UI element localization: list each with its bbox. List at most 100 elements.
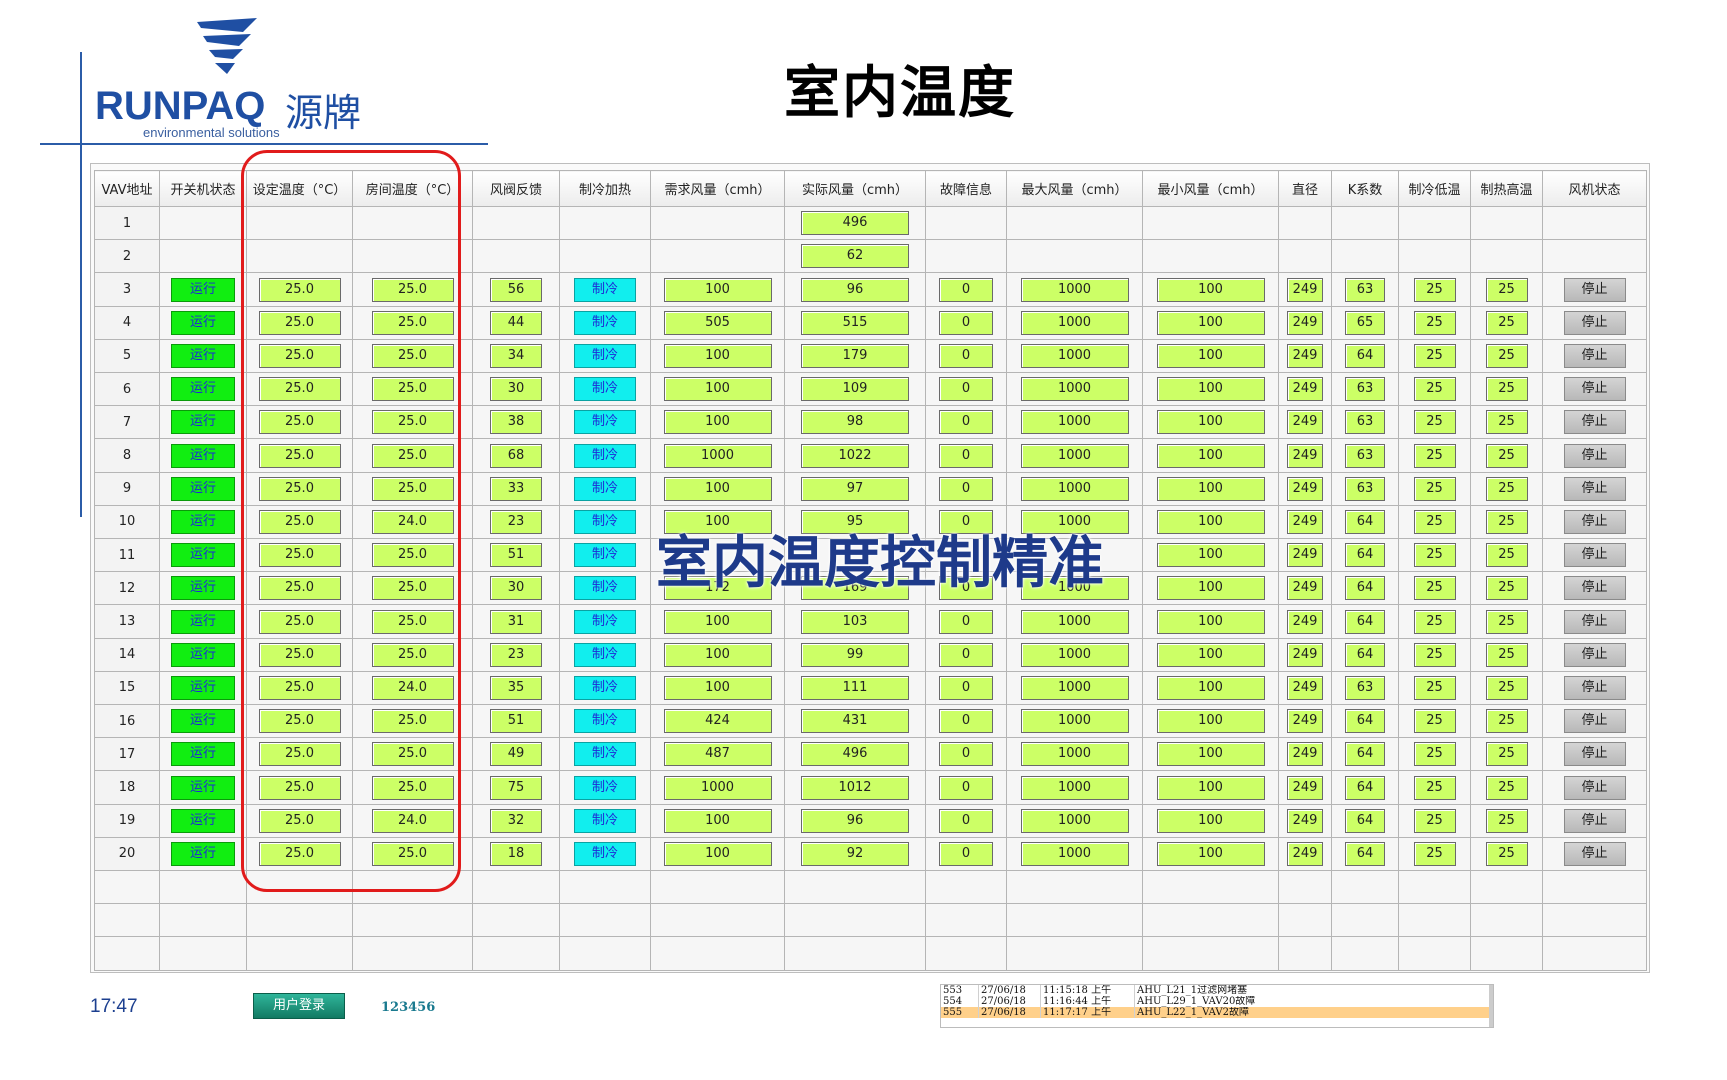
run-state-button[interactable]: 运行 bbox=[171, 742, 235, 767]
min-airflow-field[interactable]: 100 bbox=[1156, 775, 1265, 800]
fan-state-button[interactable]: 停止 bbox=[1563, 310, 1626, 335]
setpoint-field[interactable]: 25.0 bbox=[258, 410, 341, 435]
min-airflow-field[interactable]: 100 bbox=[1156, 277, 1265, 302]
k-factor-field[interactable]: 64 bbox=[1345, 841, 1385, 866]
min-airflow-field[interactable]: 100 bbox=[1156, 476, 1265, 501]
min-airflow-field[interactable]: 100 bbox=[1156, 509, 1265, 534]
fan-state-button[interactable]: 停止 bbox=[1563, 509, 1626, 534]
cooling-low-field[interactable]: 25 bbox=[1413, 476, 1456, 501]
max-airflow-field[interactable]: 1000 bbox=[1020, 609, 1129, 634]
max-airflow-field[interactable]: 1000 bbox=[1020, 775, 1129, 800]
min-airflow-field[interactable]: 100 bbox=[1156, 543, 1265, 568]
max-airflow-field[interactable]: 1000 bbox=[1020, 410, 1129, 435]
cool-heat-button[interactable]: 制冷 bbox=[574, 609, 636, 634]
cooling-low-field[interactable]: 25 bbox=[1413, 675, 1456, 700]
cooling-low-field[interactable]: 25 bbox=[1413, 509, 1456, 534]
min-airflow-field[interactable]: 100 bbox=[1156, 443, 1265, 468]
fan-state-button[interactable]: 停止 bbox=[1563, 576, 1626, 601]
heating-high-field[interactable]: 25 bbox=[1485, 775, 1528, 800]
cooling-low-field[interactable]: 25 bbox=[1413, 410, 1456, 435]
k-factor-field[interactable]: 63 bbox=[1345, 377, 1385, 402]
min-airflow-field[interactable]: 100 bbox=[1156, 410, 1265, 435]
max-airflow-field[interactable]: 1000 bbox=[1020, 277, 1129, 302]
run-state-button[interactable]: 运行 bbox=[171, 343, 235, 368]
k-factor-field[interactable]: 64 bbox=[1345, 775, 1385, 800]
k-factor-field[interactable]: 64 bbox=[1345, 709, 1385, 734]
fan-state-button[interactable]: 停止 bbox=[1563, 675, 1626, 700]
k-factor-field[interactable]: 64 bbox=[1345, 343, 1385, 368]
setpoint-field[interactable]: 25.0 bbox=[258, 509, 341, 534]
fan-state-button[interactable]: 停止 bbox=[1563, 543, 1626, 568]
max-airflow-field[interactable]: 1000 bbox=[1020, 808, 1129, 833]
cooling-low-field[interactable]: 25 bbox=[1413, 742, 1456, 767]
k-factor-field[interactable]: 63 bbox=[1345, 675, 1385, 700]
max-airflow-field[interactable]: 1000 bbox=[1020, 841, 1129, 866]
run-state-button[interactable]: 运行 bbox=[171, 509, 235, 534]
cool-heat-button[interactable]: 制冷 bbox=[574, 642, 636, 667]
setpoint-field[interactable]: 25.0 bbox=[258, 310, 341, 335]
min-airflow-field[interactable]: 100 bbox=[1156, 675, 1265, 700]
setpoint-field[interactable]: 25.0 bbox=[258, 841, 341, 866]
fan-state-button[interactable]: 停止 bbox=[1563, 343, 1626, 368]
heating-high-field[interactable]: 25 bbox=[1485, 310, 1528, 335]
diameter-field[interactable]: 249 bbox=[1287, 742, 1323, 767]
k-factor-field[interactable]: 64 bbox=[1345, 808, 1385, 833]
diameter-field[interactable]: 249 bbox=[1287, 576, 1323, 601]
cooling-low-field[interactable]: 25 bbox=[1413, 775, 1456, 800]
heating-high-field[interactable]: 25 bbox=[1485, 443, 1528, 468]
user-login-button[interactable]: 用户登录 bbox=[253, 993, 345, 1019]
heating-high-field[interactable]: 25 bbox=[1485, 377, 1528, 402]
heating-high-field[interactable]: 25 bbox=[1485, 709, 1528, 734]
cooling-low-field[interactable]: 25 bbox=[1413, 808, 1456, 833]
heating-high-field[interactable]: 25 bbox=[1485, 476, 1528, 501]
min-airflow-field[interactable]: 100 bbox=[1156, 742, 1265, 767]
diameter-field[interactable]: 249 bbox=[1287, 808, 1323, 833]
run-state-button[interactable]: 运行 bbox=[171, 277, 235, 302]
heating-high-field[interactable]: 25 bbox=[1485, 277, 1528, 302]
diameter-field[interactable]: 249 bbox=[1287, 410, 1323, 435]
alarm-log-row[interactable]: 555 27/06/18 11:17:17 上午 AHU_L22_1_VAV2故障 bbox=[941, 1007, 1493, 1018]
fan-state-button[interactable]: 停止 bbox=[1563, 775, 1626, 800]
run-state-button[interactable]: 运行 bbox=[171, 377, 235, 402]
heating-high-field[interactable]: 25 bbox=[1485, 808, 1528, 833]
fan-state-button[interactable]: 停止 bbox=[1563, 476, 1626, 501]
run-state-button[interactable]: 运行 bbox=[171, 476, 235, 501]
alarm-log[interactable]: 553 27/06/18 11:15:18 上午 AHU_L21_1过滤网堵塞 554 2… bbox=[940, 984, 1494, 1028]
k-factor-field[interactable]: 63 bbox=[1345, 277, 1385, 302]
cool-heat-button[interactable]: 制冷 bbox=[574, 310, 636, 335]
k-factor-field[interactable]: 63 bbox=[1345, 476, 1385, 501]
cooling-low-field[interactable]: 25 bbox=[1413, 277, 1456, 302]
diameter-field[interactable]: 249 bbox=[1287, 509, 1323, 534]
max-airflow-field[interactable]: 1000 bbox=[1020, 443, 1129, 468]
cool-heat-button[interactable]: 制冷 bbox=[574, 343, 636, 368]
cool-heat-button[interactable]: 制冷 bbox=[574, 443, 636, 468]
min-airflow-field[interactable]: 100 bbox=[1156, 310, 1265, 335]
setpoint-field[interactable]: 25.0 bbox=[258, 675, 341, 700]
k-factor-field[interactable]: 64 bbox=[1345, 576, 1385, 601]
setpoint-field[interactable]: 25.0 bbox=[258, 443, 341, 468]
setpoint-field[interactable]: 25.0 bbox=[258, 609, 341, 634]
max-airflow-field[interactable]: 1000 bbox=[1020, 642, 1129, 667]
heating-high-field[interactable]: 25 bbox=[1485, 841, 1528, 866]
max-airflow-field[interactable]: 1000 bbox=[1020, 310, 1129, 335]
max-airflow-field[interactable]: 1000 bbox=[1020, 343, 1129, 368]
fan-state-button[interactable]: 停止 bbox=[1563, 377, 1626, 402]
setpoint-field[interactable]: 25.0 bbox=[258, 476, 341, 501]
diameter-field[interactable]: 249 bbox=[1287, 675, 1323, 700]
setpoint-field[interactable]: 25.0 bbox=[258, 709, 341, 734]
cool-heat-button[interactable]: 制冷 bbox=[574, 377, 636, 402]
cool-heat-button[interactable]: 制冷 bbox=[574, 808, 636, 833]
fan-state-button[interactable]: 停止 bbox=[1563, 808, 1626, 833]
cooling-low-field[interactable]: 25 bbox=[1413, 609, 1456, 634]
fan-state-button[interactable]: 停止 bbox=[1563, 709, 1626, 734]
k-factor-field[interactable]: 64 bbox=[1345, 642, 1385, 667]
heating-high-field[interactable]: 25 bbox=[1485, 410, 1528, 435]
min-airflow-field[interactable]: 100 bbox=[1156, 808, 1265, 833]
max-airflow-field[interactable]: 1000 bbox=[1020, 675, 1129, 700]
setpoint-field[interactable]: 25.0 bbox=[258, 377, 341, 402]
run-state-button[interactable]: 运行 bbox=[171, 543, 235, 568]
run-state-button[interactable]: 运行 bbox=[171, 709, 235, 734]
alarm-log-scrollbar[interactable] bbox=[1489, 985, 1493, 1027]
cooling-low-field[interactable]: 25 bbox=[1413, 841, 1456, 866]
run-state-button[interactable]: 运行 bbox=[171, 841, 235, 866]
